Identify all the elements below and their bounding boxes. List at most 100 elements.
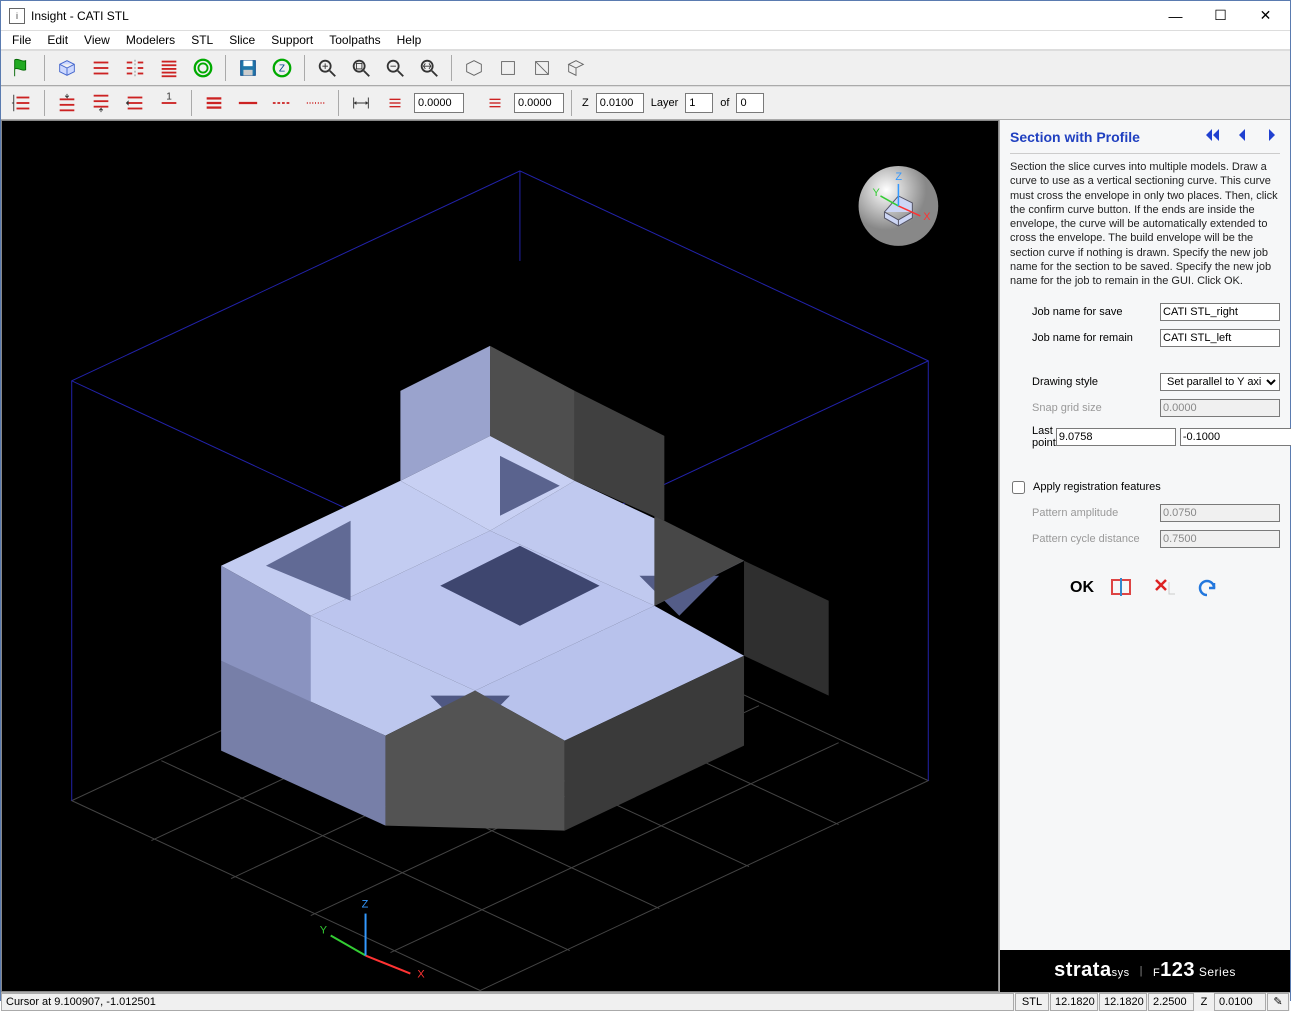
status-zlabel: Z bbox=[1195, 993, 1213, 1011]
save-icon[interactable] bbox=[233, 54, 263, 82]
view-iso-icon[interactable] bbox=[459, 54, 489, 82]
menu-slice[interactable]: Slice bbox=[222, 31, 262, 49]
job-remain-label: Job name for remain bbox=[1010, 332, 1160, 344]
snap-grid-input bbox=[1160, 399, 1280, 417]
status-dim2: 12.1820 bbox=[1099, 993, 1147, 1011]
zoom-in-icon[interactable] bbox=[312, 54, 342, 82]
lines-mirror-icon[interactable] bbox=[120, 54, 150, 82]
toolbar-row-2: 1 Z Layer of bbox=[1, 86, 1290, 120]
zoom-out-icon[interactable] bbox=[380, 54, 410, 82]
window-title: Insight - CATI STL bbox=[31, 9, 1153, 23]
pattern-cyc-label: Pattern cycle distance bbox=[1010, 533, 1160, 545]
snap-grid-label: Snap grid size bbox=[1010, 402, 1160, 414]
rows-down-icon[interactable] bbox=[52, 89, 82, 117]
toolbars: Z 1 bbox=[1, 50, 1290, 120]
last-point-label: Last point bbox=[1010, 425, 1056, 449]
z-input[interactable] bbox=[596, 93, 644, 113]
panel-prev-icon[interactable] bbox=[1234, 128, 1250, 145]
job-save-input[interactable] bbox=[1160, 303, 1280, 321]
menubar: File Edit View Modelers STL Slice Suppor… bbox=[1, 31, 1290, 50]
menu-view[interactable]: View bbox=[77, 31, 117, 49]
layer-label: Layer bbox=[648, 97, 682, 109]
rows-one-icon[interactable]: 1 bbox=[154, 89, 184, 117]
job-remain-input[interactable] bbox=[1160, 329, 1280, 347]
svg-text:1: 1 bbox=[166, 92, 172, 102]
cube-icon[interactable] bbox=[52, 54, 82, 82]
svg-text:Y: Y bbox=[873, 187, 881, 199]
apply-registration-checkbox[interactable] bbox=[1012, 481, 1025, 494]
rows-right-icon[interactable] bbox=[7, 89, 37, 117]
confirm-curve-icon[interactable] bbox=[1110, 576, 1136, 601]
app-icon: i bbox=[9, 8, 25, 24]
panel-next-icon[interactable] bbox=[1264, 128, 1280, 145]
view-side-icon[interactable] bbox=[561, 54, 591, 82]
menu-help[interactable]: Help bbox=[390, 31, 429, 49]
rows-three-icon[interactable] bbox=[199, 89, 229, 117]
status-dim3: 2.2500 bbox=[1148, 993, 1194, 1011]
apply-registration-label: Apply registration features bbox=[1033, 481, 1161, 493]
rows-up-icon[interactable] bbox=[86, 89, 116, 117]
layer-total[interactable] bbox=[736, 93, 764, 113]
minimize-button[interactable]: — bbox=[1153, 1, 1198, 30]
svg-text:X: X bbox=[417, 969, 425, 981]
drawing-style-select[interactable]: Set parallel to Y axis bbox=[1160, 373, 1280, 391]
panel-title: Section with Profile bbox=[1010, 129, 1140, 145]
layer-current[interactable] bbox=[685, 93, 713, 113]
rows-tiny-icon[interactable] bbox=[380, 89, 410, 117]
measure-icon[interactable] bbox=[346, 89, 376, 117]
menu-edit[interactable]: Edit bbox=[40, 31, 75, 49]
circle-green-icon[interactable] bbox=[188, 54, 218, 82]
lines-red-icon[interactable] bbox=[86, 54, 116, 82]
circle-z-icon[interactable]: Z bbox=[267, 54, 297, 82]
line-solid-icon[interactable] bbox=[233, 89, 263, 117]
lines-stack-icon[interactable] bbox=[154, 54, 184, 82]
svg-text:X: X bbox=[923, 211, 931, 223]
toolbar-row-1: Z bbox=[1, 50, 1290, 86]
view-front-icon[interactable] bbox=[527, 54, 557, 82]
pattern-amp-input bbox=[1160, 504, 1280, 522]
job-save-label: Job name for save bbox=[1010, 306, 1160, 318]
3d-viewport[interactable]: X Y Z X Y Z bbox=[1, 120, 999, 992]
status-zval: 0.0100 bbox=[1214, 993, 1266, 1011]
pattern-amp-label: Pattern amplitude bbox=[1010, 507, 1160, 519]
view-top-icon[interactable] bbox=[493, 54, 523, 82]
svg-text:Z: Z bbox=[279, 64, 285, 75]
menu-support[interactable]: Support bbox=[264, 31, 320, 49]
menu-toolpaths[interactable]: Toolpaths bbox=[322, 31, 387, 49]
svg-text:Y: Y bbox=[320, 925, 328, 937]
svg-text:Z: Z bbox=[362, 899, 369, 911]
cancel-icon[interactable] bbox=[1152, 576, 1178, 601]
toolbar-val-1[interactable] bbox=[414, 93, 464, 113]
status-dim1: 12.1820 bbox=[1050, 993, 1098, 1011]
maximize-button[interactable]: ☐ bbox=[1198, 1, 1243, 30]
status-cursor: Cursor at 9.100907, -1.012501 bbox=[1, 993, 1014, 1011]
menu-file[interactable]: File bbox=[5, 31, 38, 49]
panel-first-icon[interactable] bbox=[1204, 128, 1220, 145]
pattern-cyc-input bbox=[1160, 530, 1280, 548]
zoom-cube-icon[interactable] bbox=[346, 54, 376, 82]
status-mode: STL bbox=[1015, 993, 1049, 1011]
menu-stl[interactable]: STL bbox=[184, 31, 220, 49]
rows-shift-icon[interactable] bbox=[120, 89, 150, 117]
last-point-x[interactable] bbox=[1056, 428, 1176, 446]
main-area: X Y Z X Y Z Section with Profile bbox=[1, 120, 1290, 992]
close-button[interactable]: ✕ bbox=[1243, 1, 1288, 30]
z-label: Z bbox=[579, 97, 592, 109]
zoom-swap-icon[interactable] bbox=[414, 54, 444, 82]
flag-green-icon[interactable] bbox=[7, 54, 37, 82]
undo-icon[interactable] bbox=[1194, 576, 1220, 601]
svg-text:Z: Z bbox=[895, 171, 902, 183]
statusbar: Cursor at 9.100907, -1.012501 STL 12.182… bbox=[1, 992, 1290, 1011]
layer-of: of bbox=[717, 97, 732, 109]
titlebar: i Insight - CATI STL — ☐ ✕ bbox=[1, 1, 1290, 31]
line-dotted-icon[interactable] bbox=[301, 89, 331, 117]
menu-modelers[interactable]: Modelers bbox=[119, 31, 182, 49]
toolbar-val-2[interactable] bbox=[514, 93, 564, 113]
drawing-style-label: Drawing style bbox=[1010, 376, 1160, 388]
panel-instructions: Section the slice curves into multiple m… bbox=[1010, 160, 1280, 289]
line-dashed-icon[interactable] bbox=[267, 89, 297, 117]
status-tool-icon[interactable]: ✎ bbox=[1267, 993, 1289, 1011]
rows-tiny2-icon[interactable] bbox=[480, 89, 510, 117]
ok-button[interactable]: OK bbox=[1070, 579, 1094, 597]
last-point-y[interactable] bbox=[1180, 428, 1291, 446]
